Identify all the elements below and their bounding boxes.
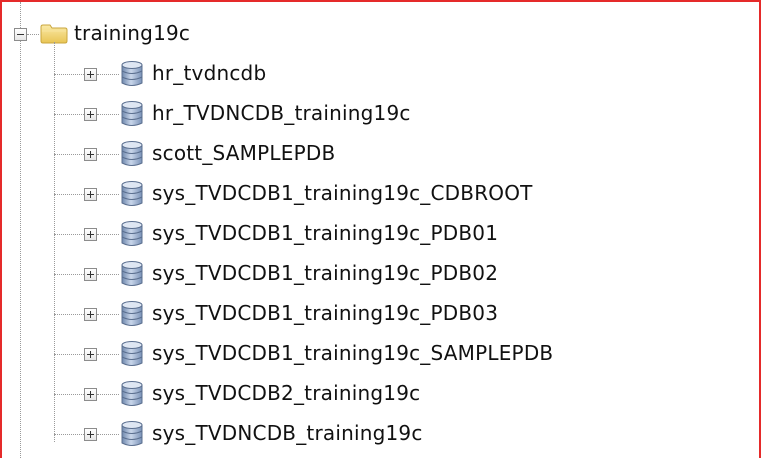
tree-node-label: sys_TVDCDB1_training19c_CDBROOT — [152, 181, 533, 205]
node-connector — [54, 354, 84, 355]
node-connector — [54, 314, 84, 315]
tree-node-connection[interactable]: sys_TVDCDB1_training19c_SAMPLEPDB — [2, 334, 759, 374]
node-connector — [97, 234, 119, 235]
node-connector — [54, 434, 84, 435]
database-icon — [121, 141, 143, 166]
node-connector — [54, 114, 84, 115]
node-connector — [54, 194, 84, 195]
node-connector — [97, 394, 119, 395]
tree-node-label: sys_TVDCDB1_training19c_SAMPLEPDB — [152, 341, 554, 365]
expand-toggle-icon[interactable] — [84, 68, 97, 81]
expand-toggle-icon[interactable] — [84, 348, 97, 361]
tree-node-label: training19c — [74, 21, 191, 45]
connections-tree: training19c hr_tvdncdb hr_TVDNCDB_traini… — [2, 2, 759, 458]
expand-toggle-icon[interactable] — [84, 428, 97, 441]
database-icon — [121, 61, 143, 86]
tree-node-label: sys_TVDCDB1_training19c_PDB02 — [152, 261, 499, 285]
database-icon — [121, 421, 143, 446]
expand-toggle-icon[interactable] — [84, 308, 97, 321]
node-connector — [54, 274, 84, 275]
node-connector — [97, 154, 119, 155]
database-icon — [121, 221, 143, 246]
tree-node-connection[interactable]: sys_TVDCDB1_training19c_CDBROOT — [2, 174, 759, 214]
tree-node-label: sys_TVDCDB2_training19c — [152, 381, 421, 405]
collapse-toggle-icon[interactable] — [14, 28, 27, 41]
tree-node-root[interactable]: training19c — [2, 14, 759, 54]
node-connector — [97, 434, 119, 435]
expand-toggle-icon[interactable] — [84, 228, 97, 241]
folder-icon — [40, 24, 68, 44]
tree-node-label: sys_TVDNCDB_training19c — [152, 421, 423, 445]
node-connector — [54, 154, 84, 155]
database-icon — [121, 381, 143, 406]
database-icon — [121, 341, 143, 366]
tree-node-connection[interactable]: hr_TVDNCDB_training19c — [2, 94, 759, 134]
database-icon — [121, 261, 143, 286]
expand-toggle-icon[interactable] — [84, 268, 97, 281]
node-connector — [97, 314, 119, 315]
tree-node-connection[interactable]: sys_TVDCDB2_training19c — [2, 374, 759, 414]
tree-node-connection[interactable]: sys_TVDCDB1_training19c_PDB01 — [2, 214, 759, 254]
expand-toggle-icon[interactable] — [84, 148, 97, 161]
root-connector — [27, 34, 39, 35]
expand-toggle-icon[interactable] — [84, 108, 97, 121]
tree-node-label: scott_SAMPLEPDB — [152, 141, 336, 165]
node-connector — [97, 274, 119, 275]
node-connector — [54, 394, 84, 395]
expand-toggle-icon[interactable] — [84, 388, 97, 401]
node-connector — [54, 234, 84, 235]
tree-node-label: sys_TVDCDB1_training19c_PDB03 — [152, 301, 499, 325]
tree-node-label: hr_tvdncdb — [152, 61, 267, 85]
node-connector — [97, 114, 119, 115]
tree-node-label: hr_TVDNCDB_training19c — [152, 101, 411, 125]
tree-node-connection[interactable]: sys_TVDNCDB_training19c — [2, 414, 759, 454]
node-connector — [97, 74, 119, 75]
tree-node-connection[interactable]: hr_tvdncdb — [2, 54, 759, 94]
tree-node-connection[interactable]: sys_TVDCDB1_training19c_PDB03 — [2, 294, 759, 334]
tree-node-label: sys_TVDCDB1_training19c_PDB01 — [152, 221, 499, 245]
database-icon — [121, 181, 143, 206]
expand-toggle-icon[interactable] — [84, 188, 97, 201]
database-icon — [121, 101, 143, 126]
tree-node-connection[interactable]: sys_TVDCDB1_training19c_PDB02 — [2, 254, 759, 294]
node-connector — [54, 74, 84, 75]
tree-node-connection[interactable]: scott_SAMPLEPDB — [2, 134, 759, 174]
database-icon — [121, 301, 143, 326]
tree-panel: training19c hr_tvdncdb hr_TVDNCDB_traini… — [0, 0, 761, 458]
node-connector — [97, 194, 119, 195]
node-connector — [97, 354, 119, 355]
